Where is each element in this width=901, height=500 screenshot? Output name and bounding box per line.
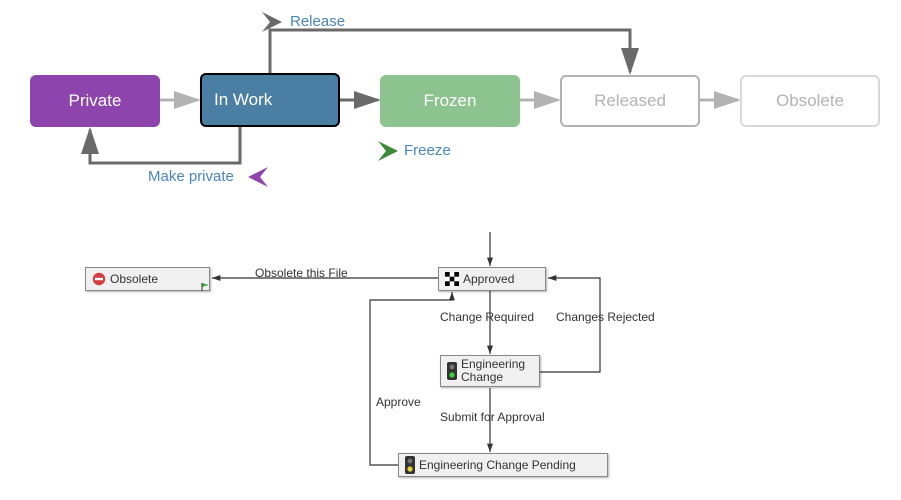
state-released: Released xyxy=(560,75,700,127)
freeze-chevron-icon xyxy=(378,141,398,161)
traffic-light-green-icon xyxy=(447,362,457,380)
stop-icon xyxy=(92,272,106,286)
wf-label: Obsolete xyxy=(110,272,158,286)
wf-label: Engineering Change Pending xyxy=(419,458,576,472)
release-chevron-icon xyxy=(262,12,282,32)
state-label: Frozen xyxy=(424,91,477,111)
flag-icon xyxy=(201,282,211,292)
state-frozen: Frozen xyxy=(380,75,520,127)
trn-approve: Approve xyxy=(376,395,421,409)
wf-engineering-change: Engineering Change xyxy=(440,355,540,387)
checkered-flag-icon xyxy=(445,272,459,286)
state-private: Private xyxy=(30,75,160,127)
wf-engineering-change-pending: Engineering Change Pending xyxy=(398,453,608,477)
state-in-work: In Work xyxy=(200,73,340,127)
release-label: Release xyxy=(290,13,345,30)
state-label: In Work xyxy=(214,90,272,110)
state-label: Private xyxy=(69,91,122,111)
make-private-chevron-icon xyxy=(248,167,268,187)
state-label: Obsolete xyxy=(776,91,844,111)
trn-submit: Submit for Approval xyxy=(440,410,545,424)
wf-label: Engineering Change xyxy=(461,358,533,384)
wf-approved: Approved xyxy=(438,267,546,291)
state-label: Released xyxy=(594,91,666,111)
wf-label: Approved xyxy=(463,272,514,286)
trn-change-required: Change Required xyxy=(440,310,534,324)
state-obsolete: Obsolete xyxy=(740,75,880,127)
freeze-label: Freeze xyxy=(404,142,451,159)
make-private-label: Make private xyxy=(148,168,234,185)
traffic-light-yellow-icon xyxy=(405,456,415,474)
trn-obsolete-file: Obsolete this File xyxy=(255,266,348,280)
wf-obsolete: Obsolete xyxy=(85,267,210,291)
trn-changes-rejected: Changes Rejected xyxy=(556,310,655,324)
